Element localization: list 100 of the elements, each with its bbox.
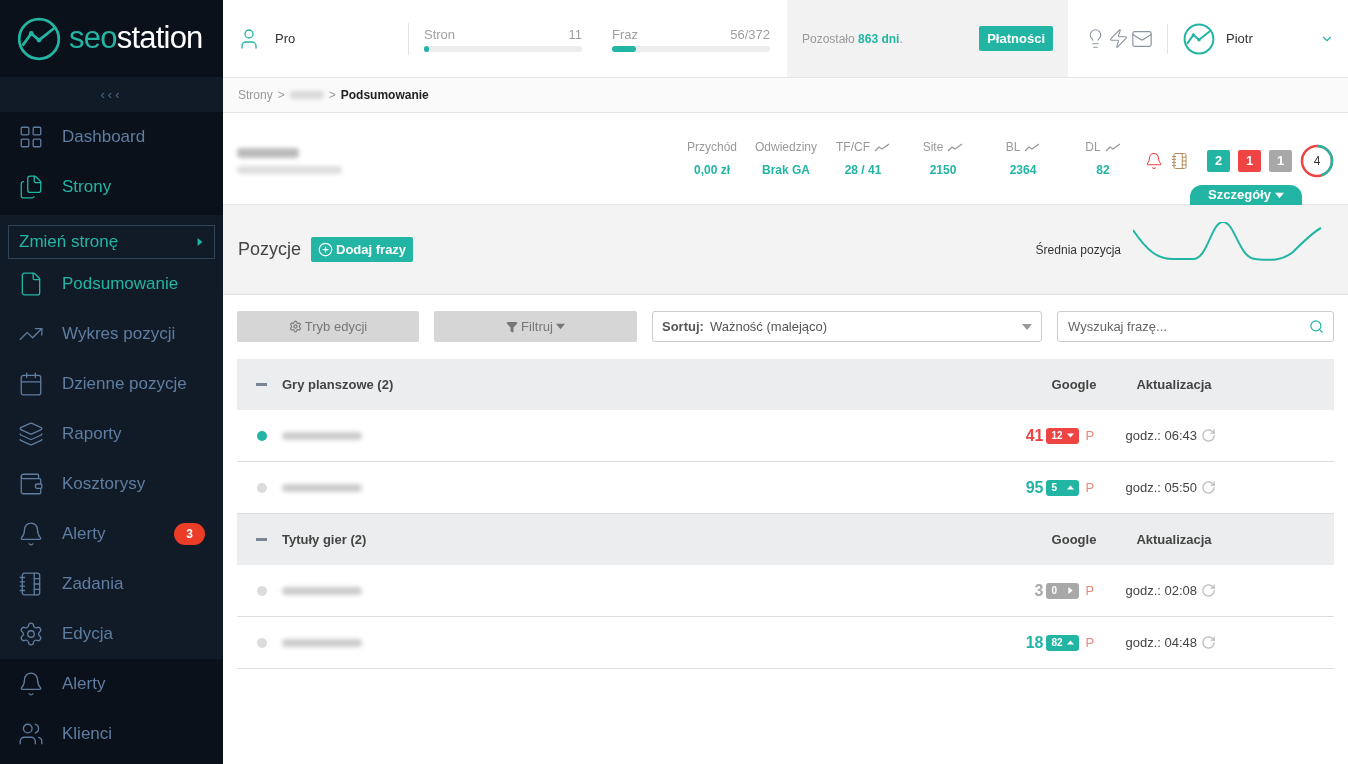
stat-value: 2150 <box>929 162 957 179</box>
calendar-icon <box>18 371 44 397</box>
stat-value: 28 / 41 <box>844 162 882 179</box>
details-button[interactable]: Szczegóły <box>1190 185 1302 205</box>
position-value: 41 <box>1025 425 1044 446</box>
stat-value: 0,00 zł <box>694 162 730 179</box>
stat-label: DL <box>1085 139 1101 156</box>
sidebar-item[interactable]: Edycja <box>0 609 223 659</box>
meter-reading: 11 <box>568 25 582 44</box>
caret-icon <box>555 322 565 331</box>
sidebar-item[interactable]: Podsumowanie <box>0 259 223 309</box>
stat-value: Brak GA <box>762 162 810 179</box>
meter-label: Stron <box>424 25 456 44</box>
caret-icon <box>1274 190 1284 200</box>
sidebar-item[interactable]: Alerty 3 <box>0 509 223 559</box>
sidebar-item[interactable]: Kosztorysy <box>0 459 223 509</box>
plan-label: Pro <box>275 29 296 48</box>
stat-label: BL <box>1005 139 1021 156</box>
layers-icon <box>18 421 44 447</box>
notebook-icon[interactable] <box>1171 152 1189 170</box>
lightning-icon[interactable] <box>1108 28 1129 49</box>
bell-icon[interactable] <box>1145 152 1163 170</box>
wallet-icon <box>18 471 44 497</box>
count-badge: 1 <box>1269 150 1292 172</box>
caret-icon <box>1067 484 1075 491</box>
payments-button[interactable]: Płatności <box>979 26 1053 51</box>
update-time: godz.: 02:08 <box>1125 581 1197 600</box>
logo-text: seostation <box>69 19 203 58</box>
bell-icon <box>18 521 44 547</box>
search-icon[interactable] <box>1309 319 1324 334</box>
column-header: Google <box>1050 375 1098 394</box>
sidebar-item[interactable]: Alerty <box>0 659 223 709</box>
p-marker: P <box>1085 426 1096 445</box>
sidebar-item[interactable]: Strony <box>0 162 223 212</box>
sidebar-item[interactable]: Wykres pozycji <box>0 309 223 359</box>
meter-reading: 56/372 <box>730 25 770 44</box>
stat-label: Przychód <box>687 139 737 156</box>
position-value: 18 <box>1025 632 1044 653</box>
score-ring: 4 <box>1300 144 1334 178</box>
caret-icon <box>1067 587 1075 594</box>
trend-icon <box>1024 142 1041 152</box>
p-marker: P <box>1085 633 1096 652</box>
sidebar-item[interactable]: Zadania <box>0 559 223 609</box>
sort-dropdown[interactable]: Sortuj: Ważność (malejąco) <box>652 311 1042 342</box>
trend-icon <box>874 142 890 152</box>
caret-icon <box>1067 639 1075 646</box>
trend-icon <box>1104 142 1121 152</box>
column-header: Aktualizacja <box>1135 530 1213 549</box>
position-change-badge: 12 <box>1046 427 1080 444</box>
stat-label: Odwiedziny <box>755 139 817 156</box>
remaining-days-text: Pozostało 863 dni. <box>802 30 903 48</box>
stat-value: 82 <box>1096 162 1110 179</box>
grid-icon <box>18 124 44 150</box>
site-switcher[interactable]: Zmień stronę <box>8 225 215 259</box>
caret-icon <box>196 238 204 246</box>
update-time: godz.: 06:43 <box>1125 426 1197 445</box>
column-header: Google <box>1050 530 1098 549</box>
breadcrumb-link[interactable]: Strony <box>238 86 273 104</box>
position-value: 95 <box>1025 477 1044 498</box>
position-change-badge: 5 <box>1046 479 1080 496</box>
users-icon <box>18 721 44 747</box>
stat-label: Site <box>922 139 944 156</box>
sidebar-item[interactable]: Raporty <box>0 409 223 459</box>
p-marker: P <box>1085 478 1096 497</box>
average-position-label: Średnia pozycja <box>1035 241 1121 259</box>
update-time: godz.: 05:50 <box>1125 478 1197 497</box>
sidebar-item[interactable]: Dzienne pozycje <box>0 359 223 409</box>
collapse-button[interactable]: ‹‹‹ <box>100 84 123 105</box>
sidebar-item[interactable]: Klienci <box>0 709 223 759</box>
add-phrases-button[interactable]: Dodaj frazy <box>311 237 414 262</box>
caret-icon <box>1067 432 1075 439</box>
user-avatar-icon <box>1183 22 1215 55</box>
search-field[interactable]: Wyszukaj frazę... <box>1057 311 1334 342</box>
update-time: godz.: 04:48 <box>1125 633 1197 652</box>
sidebar-item[interactable]: Dashboard <box>0 112 223 162</box>
plus-circle-icon <box>318 242 334 257</box>
blurred-text <box>289 91 324 99</box>
refresh-icon[interactable] <box>1201 480 1216 495</box>
group-name: Gry planszowe (2) <box>282 375 395 394</box>
count-badge: 2 <box>1207 150 1230 172</box>
breadcrumb-separator: > <box>277 87 285 104</box>
filter-icon <box>506 320 519 333</box>
breadcrumb-current: Podsumowanie <box>340 87 429 104</box>
alert-count-badge: 3 <box>174 523 205 545</box>
edit-mode-button[interactable]: Tryb edycji <box>237 311 419 342</box>
stat-label: TF/CF <box>836 139 870 156</box>
settings-icon <box>288 320 302 333</box>
group-name: Tytuły gier (2) <box>282 530 368 549</box>
filter-button[interactable]: Filtruj <box>434 311 637 342</box>
p-marker: P <box>1085 581 1096 600</box>
section-title: Pozycje <box>238 238 302 261</box>
caret-icon <box>1022 321 1032 332</box>
refresh-icon[interactable] <box>1201 583 1216 598</box>
refresh-icon[interactable] <box>1201 428 1216 443</box>
refresh-icon[interactable] <box>1201 635 1216 650</box>
trend-icon <box>947 142 964 152</box>
meter-label: Fraz <box>612 25 638 44</box>
settings-icon <box>18 621 44 647</box>
documents-icon <box>18 174 44 200</box>
position-value: 3 <box>1034 580 1044 601</box>
